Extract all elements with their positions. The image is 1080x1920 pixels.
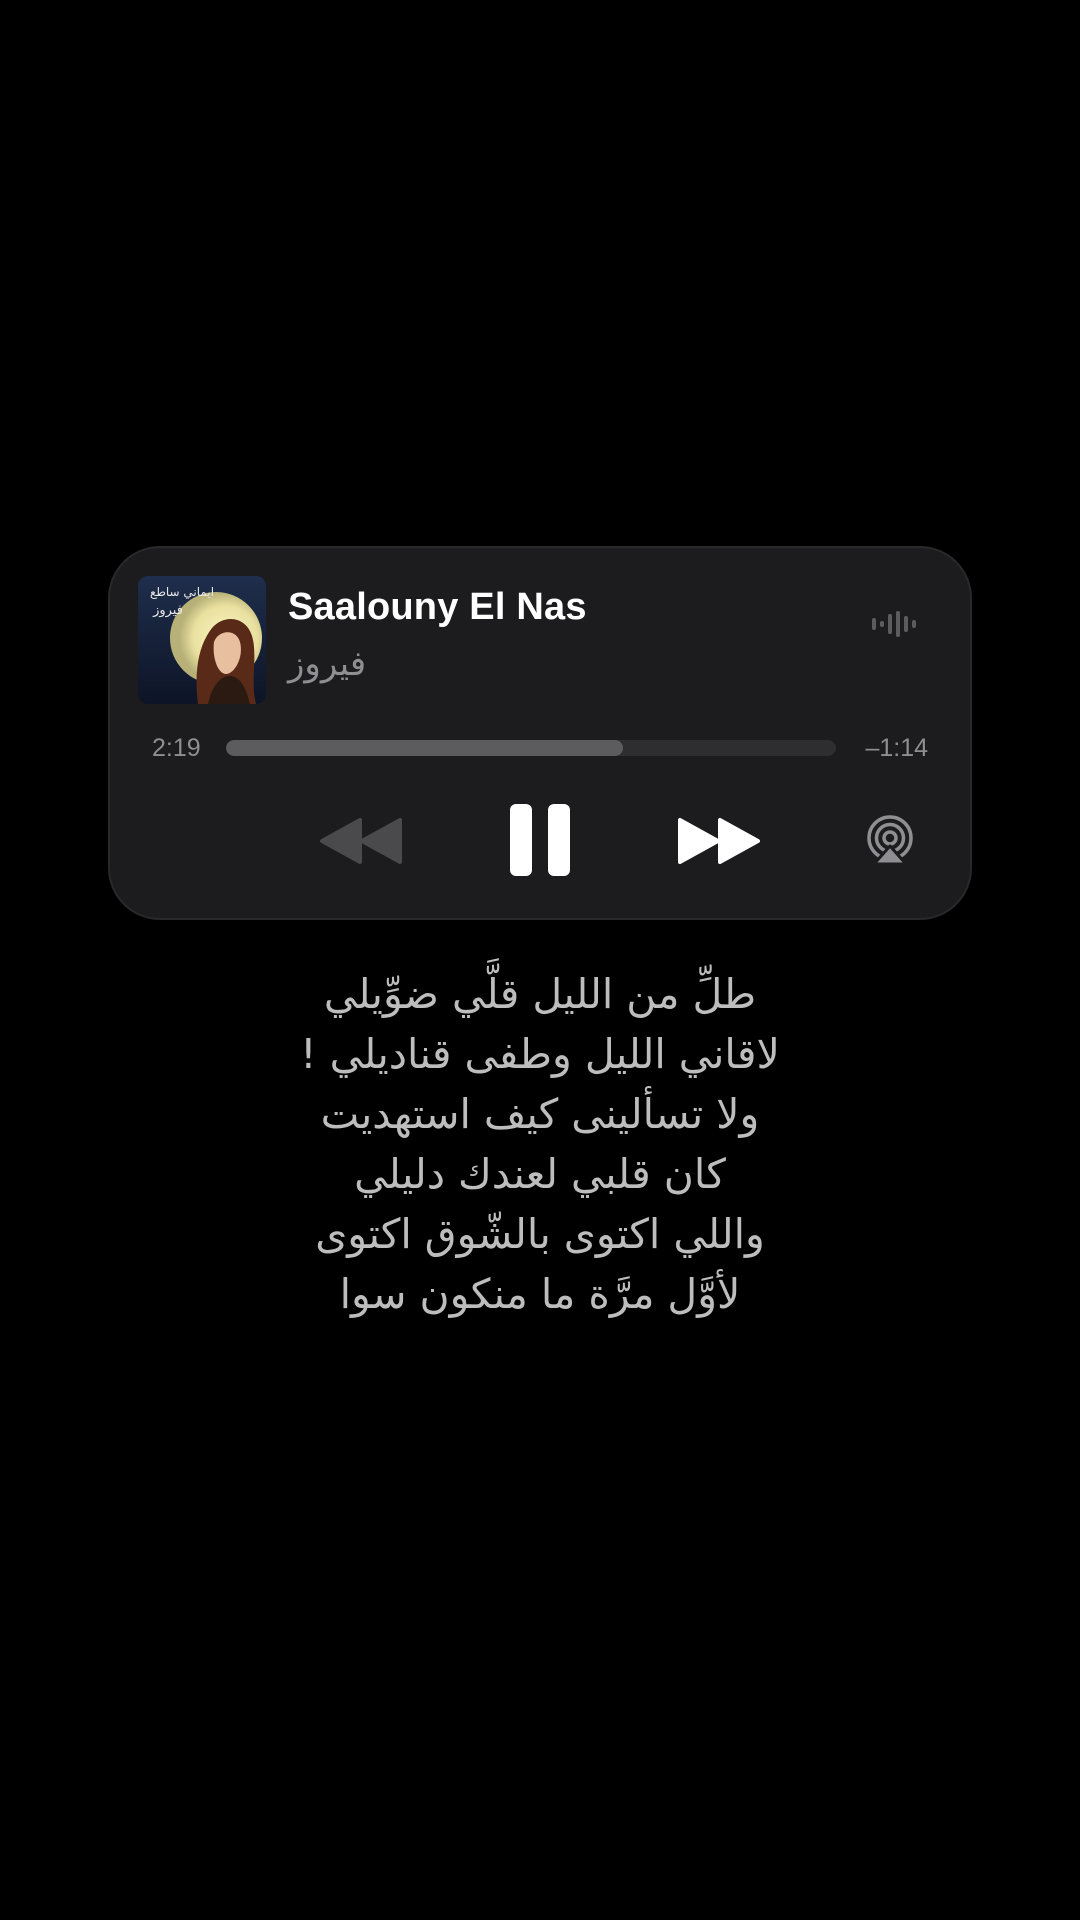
pause-icon bbox=[510, 804, 570, 876]
progress-bar[interactable] bbox=[226, 740, 836, 756]
lyrics-line: ولا تسألينى كيف استهديت bbox=[320, 1090, 760, 1138]
artist-name[interactable]: فيروز bbox=[288, 644, 488, 684]
lyrics-line: لاقاني الليل وطفى قناديلي ! bbox=[300, 1030, 780, 1078]
lyrics-line: لأوَّل مرَّة ما منكون سوا bbox=[339, 1270, 741, 1318]
fast-forward-icon bbox=[678, 818, 760, 864]
pause-button[interactable] bbox=[508, 802, 572, 878]
album-art[interactable]: ايماني ساطع فيروز bbox=[138, 576, 266, 704]
airplay-button[interactable] bbox=[864, 814, 916, 866]
album-art-text-1: ايماني ساطع bbox=[150, 585, 214, 599]
lyrics-line: واللي اكتوى بالشّوق اكتوى bbox=[315, 1210, 765, 1258]
rewind-icon bbox=[320, 818, 402, 864]
lyrics-block: طلِّ من الليل قلَّي ضوِّيلي لاقاني الليل… bbox=[140, 964, 940, 1324]
lyrics-line: طلِّ من الليل قلَّي ضوِّيلي bbox=[323, 970, 757, 1018]
song-title[interactable]: Saalouny El Nas bbox=[288, 586, 587, 629]
album-art-image: ايماني ساطع فيروز bbox=[138, 576, 266, 704]
remaining-time: –1:14 bbox=[865, 734, 928, 762]
waveform-icon bbox=[870, 608, 918, 640]
rewind-button[interactable] bbox=[318, 816, 404, 866]
elapsed-time: 2:19 bbox=[152, 734, 201, 762]
progress-fill bbox=[226, 740, 623, 756]
lyrics-line: كان قلبي لعندك دليلي bbox=[354, 1150, 726, 1198]
now-playing-card: ايماني ساطع فيروز Saalouny El Nas فيروز … bbox=[108, 546, 972, 920]
fast-forward-button[interactable] bbox=[676, 816, 762, 866]
airplay-icon bbox=[867, 815, 913, 866]
album-art-text-2: فيروز bbox=[152, 603, 183, 618]
